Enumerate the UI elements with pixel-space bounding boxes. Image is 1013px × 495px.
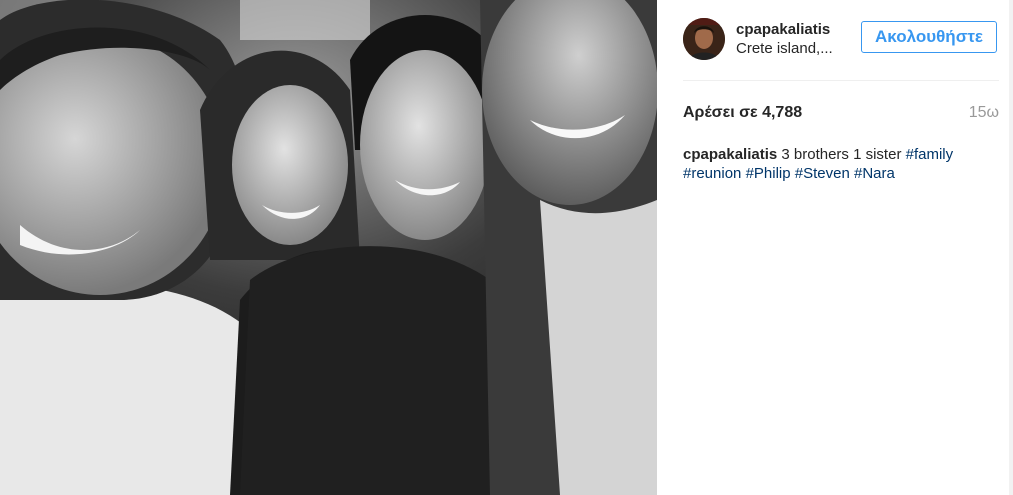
- hashtag-link[interactable]: #Philip: [746, 165, 791, 182]
- group-selfie-image: [0, 0, 657, 495]
- hashtag-link[interactable]: #family: [906, 146, 954, 163]
- post-caption: cpapakaliatis 3 brothers 1 sister #famil…: [683, 145, 983, 183]
- post-header: cpapakaliatis Crete island,... Ακολουθήσ…: [683, 18, 999, 60]
- likes-count[interactable]: Αρέσει σε 4,788: [683, 104, 802, 122]
- follow-button[interactable]: Ακολουθήστε: [861, 21, 997, 53]
- scrollbar[interactable]: [1009, 0, 1013, 495]
- author-location[interactable]: Crete island,...: [736, 40, 833, 57]
- divider: [683, 80, 999, 81]
- hashtag-link[interactable]: #Nara: [854, 165, 895, 182]
- post-timestamp[interactable]: 15ω: [969, 104, 999, 122]
- author-username[interactable]: cpapakaliatis: [736, 21, 830, 38]
- avatar[interactable]: [683, 18, 725, 60]
- caption-username[interactable]: cpapakaliatis: [683, 146, 777, 163]
- hashtag-link[interactable]: #Steven: [795, 165, 850, 182]
- caption-text: 3 brothers 1 sister: [781, 146, 902, 163]
- hashtag-link[interactable]: #reunion: [683, 165, 741, 182]
- post-sidebar: cpapakaliatis Crete island,... Ακολουθήσ…: [657, 0, 1013, 495]
- post-photo[interactable]: [0, 0, 657, 495]
